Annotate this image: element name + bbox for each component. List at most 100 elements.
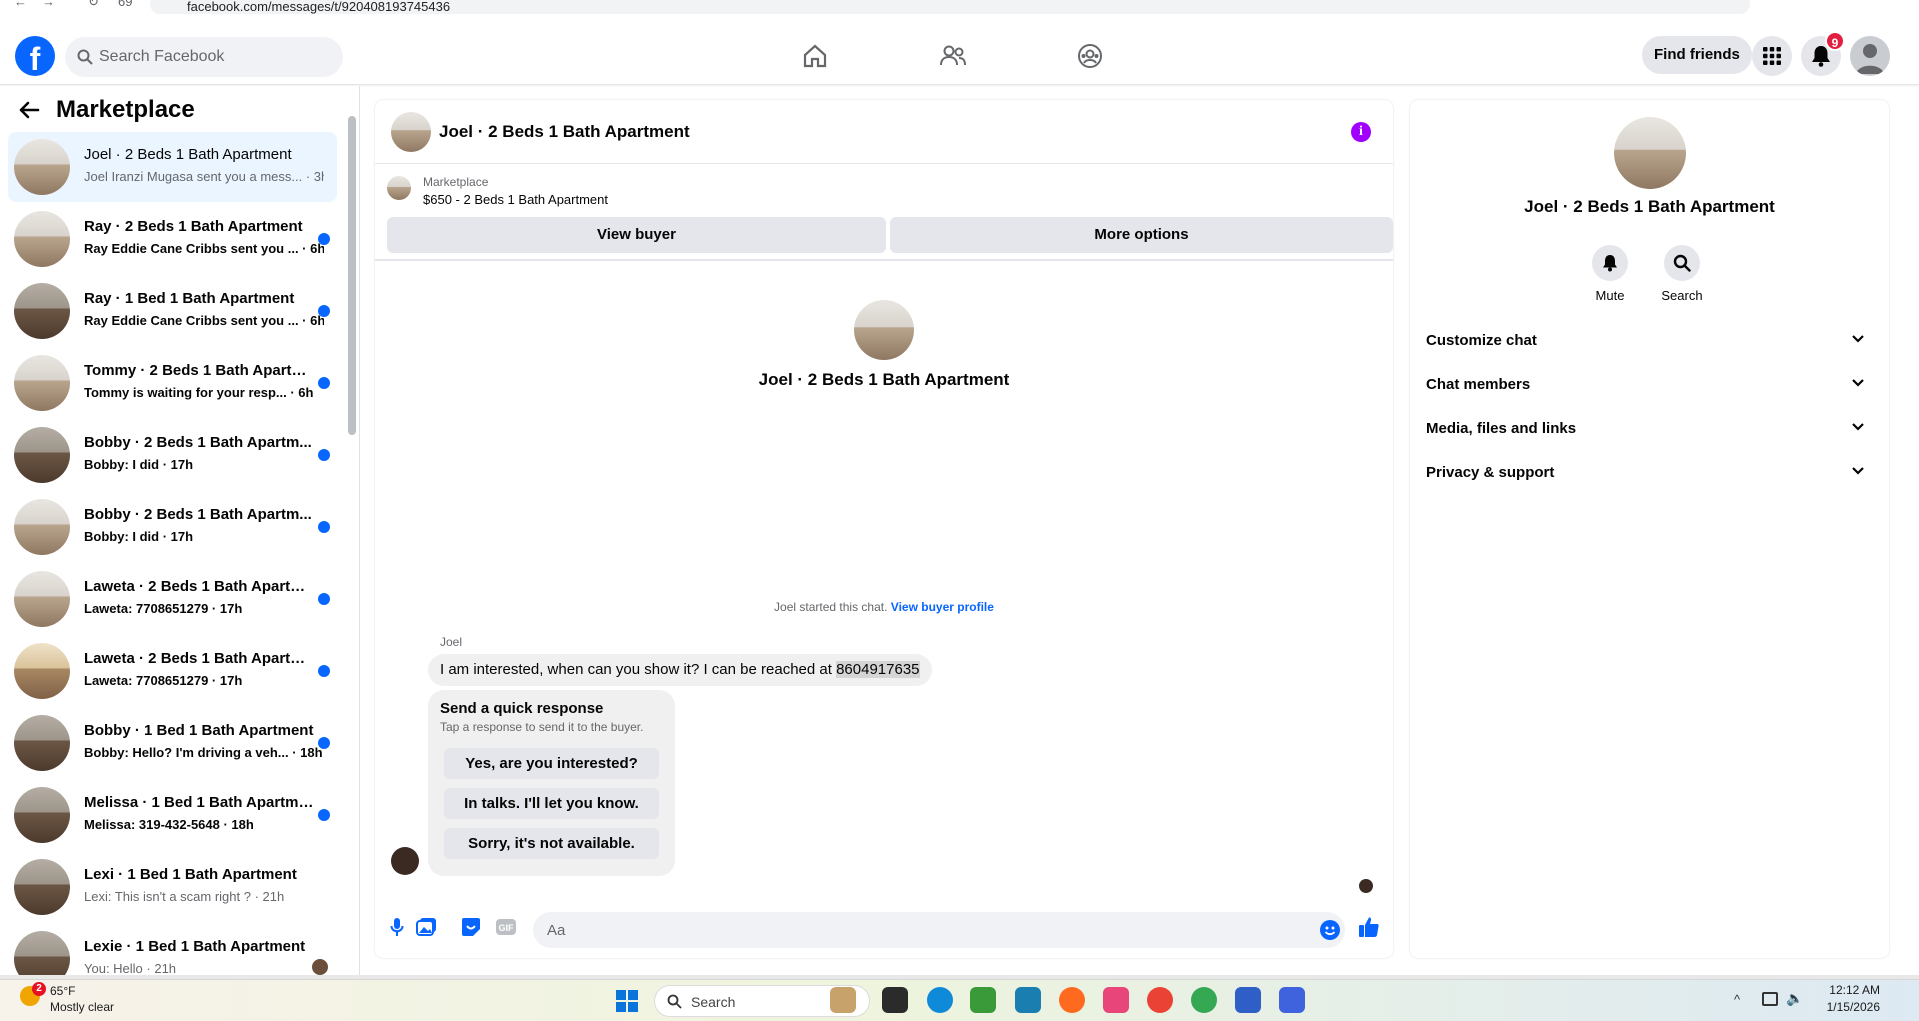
notepad-app-icon[interactable] — [970, 987, 996, 1013]
clock-date[interactable]: 1/15/2026 — [1820, 1000, 1880, 1014]
listing-title[interactable]: $650 - 2 Beds 1 Bath Apartment — [423, 192, 608, 207]
profile-avatar[interactable] — [1850, 36, 1890, 76]
listing-thumbnail — [387, 176, 411, 200]
listing-photo — [14, 139, 70, 195]
windows-start-icon[interactable] — [616, 990, 638, 1012]
chrome-icon[interactable] — [1147, 987, 1173, 1013]
more-options-button[interactable]: More options — [890, 217, 1393, 253]
view-buyer-button[interactable]: View buyer — [387, 217, 886, 253]
app-icon[interactable] — [1015, 987, 1041, 1013]
app-badge-icon[interactable] — [1279, 987, 1305, 1013]
chevron-down-icon — [1852, 335, 1864, 343]
message-phone[interactable]: 8604917635 — [836, 661, 920, 678]
gallery-icon[interactable] — [415, 915, 439, 939]
sidebar-scrollbar[interactable] — [348, 116, 356, 435]
search-input[interactable] — [99, 37, 329, 77]
volume-icon[interactable]: 🔈 — [1786, 990, 1803, 1007]
home-tab[interactable] — [793, 35, 837, 77]
forward-icon[interactable]: → — [42, 0, 55, 9]
conversation-item[interactable]: Ray · 2 Beds 1 Bath Apartment Ray Eddie … — [8, 204, 337, 274]
conversation-item[interactable]: Laweta · 2 Beds 1 Bath Apartm... Laweta:… — [8, 636, 337, 706]
sticker-icon[interactable] — [459, 915, 483, 939]
conversation-item[interactable]: Bobby · 2 Beds 1 Bath Apartm... Bobby: I… — [8, 420, 337, 490]
conversation-preview: Tommy is waiting for your resp... · 6h — [84, 385, 314, 400]
home-icon — [803, 44, 827, 68]
search-label: Search — [1661, 288, 1703, 303]
conversation-item[interactable]: Lexie · 1 Bed 1 Bath Apartment You: Hell… — [8, 924, 337, 975]
chat-avatar[interactable] — [391, 112, 431, 152]
svg-text:GIF: GIF — [499, 923, 515, 933]
vpn-shield-icon[interactable] — [1235, 987, 1261, 1013]
firefox-icon[interactable] — [1059, 987, 1085, 1013]
message-bubble[interactable]: I am interested, when can you show it? I… — [428, 654, 932, 686]
browser-bar: ← → ↻ 69 facebook.com/messages/t/9204081… — [0, 0, 1919, 14]
address-bar[interactable]: facebook.com/messages/t/920408193745436 — [150, 0, 1750, 14]
quick-response-button[interactable]: In talks. I'll let you know. — [444, 788, 659, 819]
gif-icon[interactable]: GIF — [494, 915, 518, 939]
conversation-preview: Bobby: Hello? I'm driving a veh... · 18h — [84, 745, 323, 760]
search-box[interactable] — [65, 37, 343, 77]
conversation-item[interactable]: Joel · 2 Beds 1 Bath Apartment Joel Iran… — [8, 132, 337, 202]
chevron-up-icon[interactable]: ^ — [1734, 992, 1740, 1007]
emoji-icon[interactable] — [1320, 920, 1340, 940]
chat-panel: Joel · 2 Beds 1 Bath Apartment i Marketp… — [375, 100, 1393, 958]
find-friends-button[interactable]: Find friends — [1642, 36, 1752, 74]
quick-response-box: Send a quick response Tap a response to … — [428, 690, 675, 876]
chat-title[interactable]: Joel · 2 Beds 1 Bath Apartment — [439, 122, 690, 142]
friends-tab[interactable] — [931, 35, 975, 77]
chrome-profile-icon[interactable] — [1191, 987, 1217, 1013]
sender-avatar[interactable] — [391, 847, 419, 875]
customize-chat-row[interactable]: Customize chat — [1426, 321, 1871, 361]
conversation-name: Laweta · 2 Beds 1 Bath Apartm... — [84, 650, 314, 667]
groups-tab[interactable] — [1068, 35, 1112, 77]
conversation-item[interactable]: Bobby · 1 Bed 1 Bath Apartment Bobby: He… — [8, 708, 337, 778]
conversation-item[interactable]: Laweta · 2 Beds 1 Bath Apartm... Laweta:… — [8, 564, 337, 634]
widget-app-icon[interactable] — [830, 987, 856, 1013]
media-files-links-row[interactable]: Media, files and links — [1426, 409, 1871, 449]
quick-response-title: Send a quick response — [440, 700, 604, 717]
snipping-tool-icon[interactable] — [1103, 987, 1129, 1013]
conversation-item[interactable]: Tommy · 2 Beds 1 Bath Apartm... Tommy is… — [8, 348, 337, 418]
chat-members-row[interactable]: Chat members — [1426, 365, 1871, 405]
listing-photo — [14, 283, 70, 339]
quick-response-button[interactable]: Yes, are you interested? — [444, 748, 659, 779]
conversation-name: Tommy · 2 Beds 1 Bath Apartm... — [84, 362, 314, 379]
search-action[interactable]: Search — [1647, 245, 1717, 303]
chat-header: Joel · 2 Beds 1 Bath Apartment i — [375, 100, 1393, 164]
back-icon[interactable]: ← — [14, 0, 27, 9]
quick-response-button[interactable]: Sorry, it's not available. — [444, 828, 659, 859]
privacy-support-row[interactable]: Privacy & support — [1426, 453, 1871, 493]
search-icon — [1664, 245, 1700, 281]
conversation-name: Lexie · 1 Bed 1 Bath Apartment — [84, 938, 306, 955]
network-icon[interactable] — [1762, 992, 1778, 1006]
back-arrow-icon[interactable] — [18, 100, 40, 120]
info-icon[interactable]: i — [1351, 122, 1371, 142]
mute-bell-icon — [1592, 245, 1628, 281]
unread-dot — [318, 233, 330, 245]
menu-button[interactable] — [1752, 36, 1792, 76]
taskbar-search-label: Search — [691, 994, 736, 1010]
conversation-item[interactable]: Bobby · 2 Beds 1 Bath Apartm... Bobby: I… — [8, 492, 337, 562]
conversation-name: Bobby · 2 Beds 1 Bath Apartm... — [84, 506, 312, 523]
conversation-item[interactable]: Melissa · 1 Bed 1 Bath Apartme... Meliss… — [8, 780, 337, 850]
conversation-item[interactable]: Ray · 1 Bed 1 Bath Apartment Ray Eddie C… — [8, 276, 337, 346]
conversation-name: Bobby · 2 Beds 1 Bath Apartm... — [84, 434, 312, 451]
unread-dot — [318, 665, 330, 677]
edge-browser-icon[interactable] — [927, 987, 953, 1013]
conversation-preview: Ray Eddie Cane Cribbs sent you ... · 6h — [84, 313, 324, 328]
view-buyer-profile-link[interactable]: View buyer profile — [891, 600, 994, 614]
microphone-icon[interactable] — [385, 915, 409, 939]
listing-bar: Marketplace $650 - 2 Beds 1 Bath Apartme… — [375, 165, 1393, 261]
conversation-item[interactable]: Lexi · 1 Bed 1 Bath Apartment Lexi: This… — [8, 852, 337, 922]
clock-time[interactable]: 12:12 AM — [1820, 983, 1880, 997]
details-avatar[interactable] — [1614, 117, 1686, 189]
weather-description: Mostly clear — [50, 1000, 115, 1014]
reload-icon[interactable]: ↻ — [88, 0, 99, 10]
unread-dot — [318, 449, 330, 461]
chevron-down-icon — [1852, 467, 1864, 475]
file-explorer-icon[interactable] — [882, 987, 908, 1013]
facebook-logo-icon[interactable]: f — [15, 36, 55, 76]
like-thumbs-up-icon[interactable] — [1357, 915, 1381, 939]
message-input[interactable] — [533, 912, 1345, 948]
mute-action[interactable]: Mute — [1575, 245, 1645, 303]
